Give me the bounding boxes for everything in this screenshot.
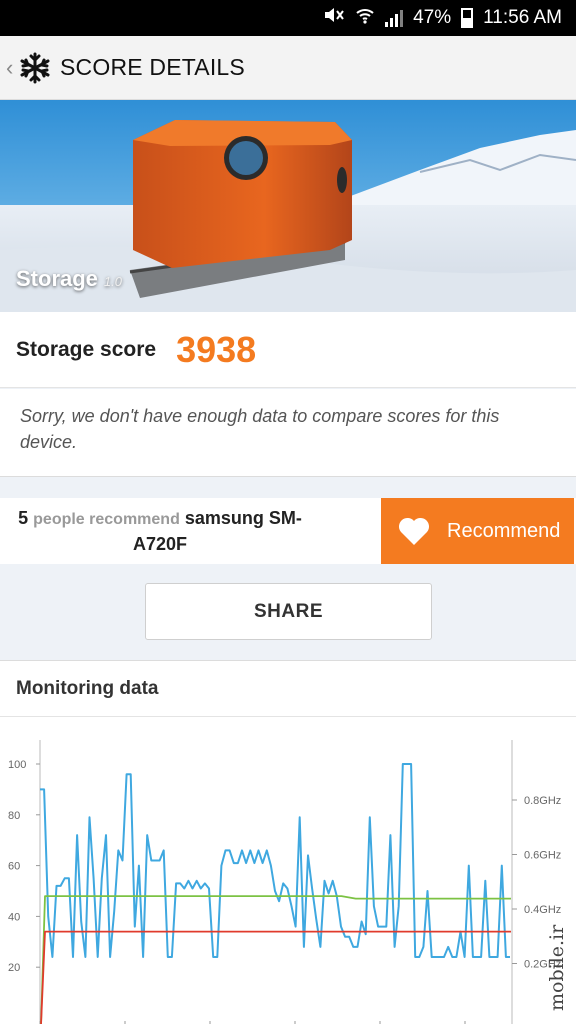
battery-percent: 47%: [413, 7, 452, 28]
recommend-summary: 5 people recommend samsung SM-A720F: [10, 506, 310, 556]
left-tick-label: 100: [8, 759, 26, 771]
compare-card: Sorry, we don't have enough data to comp…: [0, 389, 576, 477]
watermark: mobile.ir: [546, 924, 568, 1012]
right-tick-label: 0.8GHz: [524, 795, 561, 807]
share-button[interactable]: SHARE: [145, 583, 432, 640]
recommend-row: 5 people recommend samsung SM-A720F Reco…: [0, 498, 576, 564]
3dmark-logo-icon[interactable]: [18, 51, 52, 85]
left-tick-label: 20: [8, 962, 20, 974]
left-tick-label: 60: [8, 861, 20, 873]
test-version: 1.0: [103, 274, 122, 289]
left-tick-label: 40: [8, 911, 20, 923]
wifi-icon: [355, 6, 375, 30]
test-name-label: Storage 1.0: [16, 266, 122, 292]
monitoring-chart: 100806040200.8GHz0.6GHz0.4GHz0.2GHz: [8, 740, 561, 1024]
share-button-label: SHARE: [253, 600, 323, 622]
heart-icon: [398, 517, 430, 545]
recommend-people-text: people recommend: [33, 511, 180, 528]
right-tick-label: 0.4GHz: [524, 904, 561, 916]
left-tick-label: 80: [8, 810, 20, 822]
page-title: SCORE DETAILS: [60, 54, 245, 80]
status-bar: 47% 11:56 AM: [0, 0, 576, 36]
hero-banner: Storage 1.0: [0, 100, 576, 312]
score-card: Storage score 3938: [0, 312, 576, 388]
score-value: 3938: [176, 328, 257, 370]
battery-icon: [461, 8, 474, 28]
series-line-1: [40, 895, 511, 1024]
compare-message: Sorry, we don't have enough data to comp…: [20, 406, 500, 452]
recommend-count: 5: [18, 508, 29, 528]
recommend-button[interactable]: Recommend: [381, 498, 574, 564]
right-tick-label: 0.6GHz: [524, 850, 561, 862]
test-name: Storage: [16, 266, 98, 291]
signal-icon: [385, 9, 404, 27]
score-label: Storage score: [16, 337, 157, 361]
series-line-0: [40, 763, 510, 958]
mute-icon: [323, 6, 345, 30]
recommend-button-label: Recommend: [447, 519, 561, 542]
monitoring-card: Monitoring data 100 80 60 40 20 0.8GHz 0.6GHz 0…: [0, 660, 576, 1024]
clock: 11:56 AM: [483, 7, 562, 28]
back-chevron-icon[interactable]: ‹: [6, 55, 18, 81]
monitoring-title: Monitoring data: [0, 661, 576, 717]
app-bar: ‹ SCORE DETAILS: [0, 36, 576, 100]
